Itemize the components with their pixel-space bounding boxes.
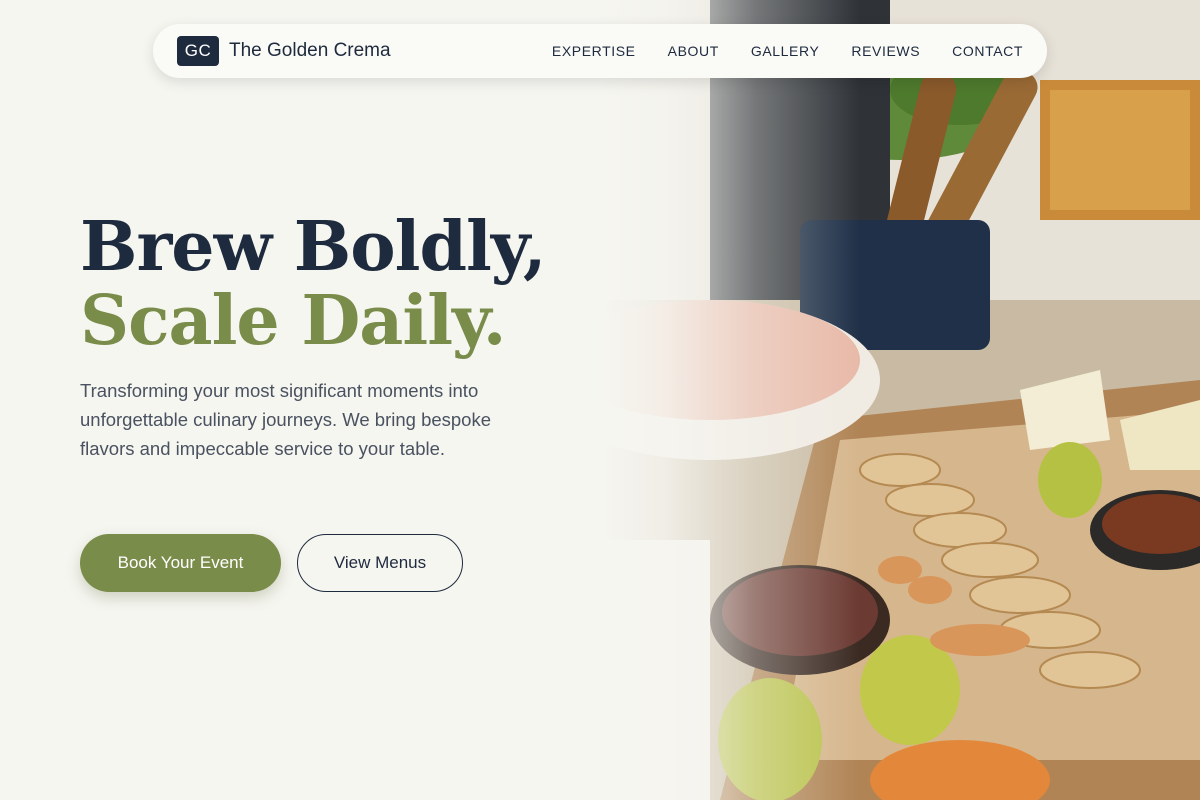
brand-name[interactable]: The Golden Crema	[229, 40, 391, 62]
nav-link-contact[interactable]: CONTACT	[952, 43, 1023, 59]
catering-illustration	[600, 0, 1200, 800]
nav-links: EXPERTISE ABOUT GALLERY REVIEWS CONTACT	[552, 43, 1023, 59]
view-menus-button[interactable]: View Menus	[297, 534, 463, 592]
hero-headline-line1: Brew Boldly,	[80, 207, 546, 287]
hero-headline-line2: Scale Daily.	[80, 281, 506, 361]
nav-link-reviews[interactable]: REVIEWS	[851, 43, 920, 59]
book-event-button[interactable]: Book Your Event	[80, 534, 281, 592]
hero-subtext: Transforming your most significant momen…	[80, 380, 492, 459]
top-navbar: GC The Golden Crema EXPERTISE ABOUT GALL…	[153, 24, 1047, 78]
hero-catering-image	[600, 0, 1200, 800]
nav-link-expertise[interactable]: EXPERTISE	[552, 43, 636, 59]
brand-logo-badge[interactable]: GC	[177, 36, 219, 66]
nav-link-about[interactable]: ABOUT	[668, 43, 719, 59]
nav-link-gallery[interactable]: GALLERY	[751, 43, 820, 59]
hero-headline: Brew Boldly, Scale Daily.	[80, 210, 546, 358]
